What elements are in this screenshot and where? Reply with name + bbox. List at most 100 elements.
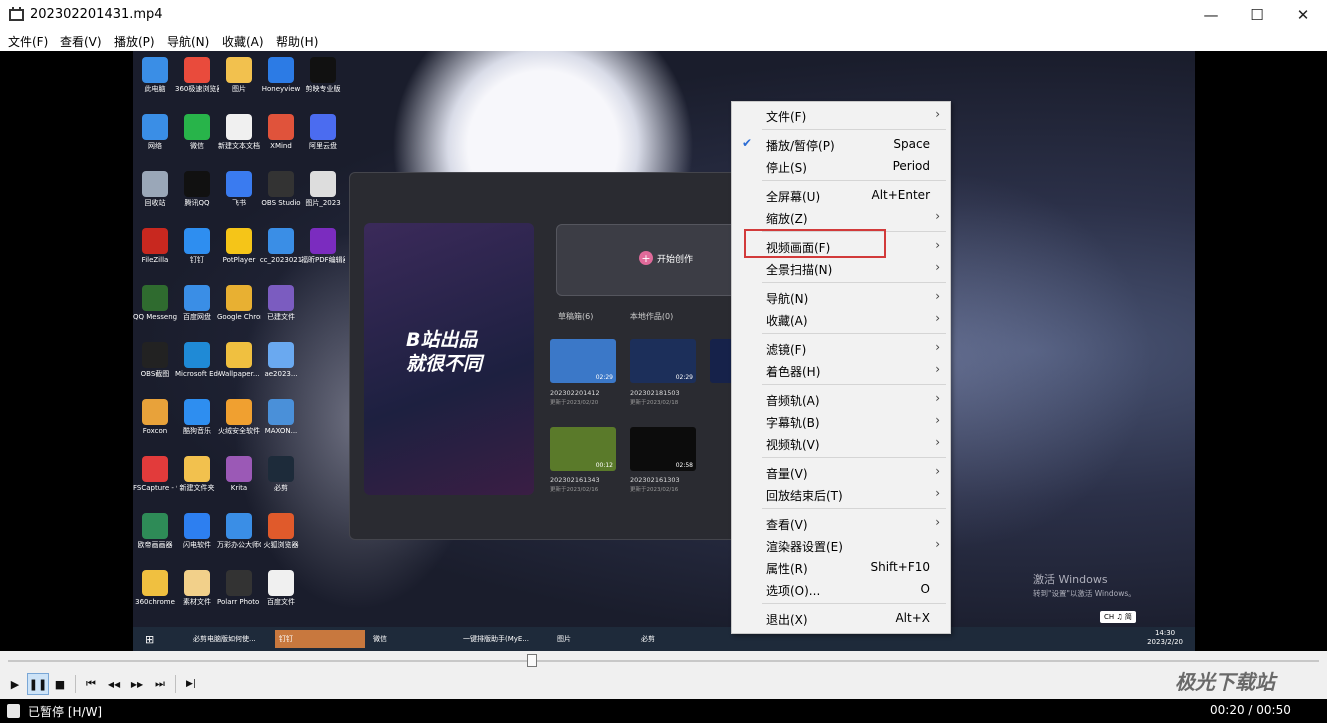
create-button[interactable]: + 开始创作 [556, 224, 742, 296]
desktop-icon[interactable] [301, 395, 345, 427]
context-menu-item[interactable]: 文件(F) › [732, 104, 950, 126]
menu-favorites[interactable]: 收藏(A) [222, 33, 264, 50]
desktop-icon[interactable] [301, 509, 345, 541]
context-menu-item[interactable]: 渲染器设置(E) › [732, 534, 950, 556]
draft-thumbnail[interactable]: 02:29 [630, 339, 696, 383]
desktop-icon[interactable]: 360chrome [133, 566, 177, 606]
close-button[interactable]: ✕ [1280, 0, 1326, 30]
desktop-icon[interactable]: 百度网盘 [175, 281, 219, 321]
desktop-icon[interactable]: Google Chrome [217, 281, 261, 321]
desktop-icon[interactable]: 欧帝画画器 [133, 509, 177, 549]
desktop-icon[interactable]: 新建文件夹 [175, 452, 219, 492]
desktop-icon[interactable]: 闪电软件 [175, 509, 219, 549]
context-menu-item[interactable]: 音量(V) › [732, 461, 950, 483]
pause-button[interactable]: ❚❚ [27, 673, 49, 695]
desktop-icon[interactable]: 必剪 [259, 452, 303, 492]
context-menu-item[interactable]: 视频轨(V) › [732, 432, 950, 454]
menu-view[interactable]: 查看(V) [60, 33, 102, 50]
desktop-icon[interactable]: 剪映专业版 [301, 53, 345, 93]
desktop-icon[interactable]: 钉钉 [175, 224, 219, 264]
desktop-icon-label: XMind [270, 142, 292, 150]
desktop-icon[interactable]: MAXON... [259, 395, 303, 435]
desktop-icon[interactable]: 网络 [133, 110, 177, 150]
desktop-icon[interactable]: 新建文本文档 [217, 110, 261, 150]
desktop-icon[interactable]: 飞书 [217, 167, 261, 207]
desktop-icon[interactable]: 腾讯QQ [175, 167, 219, 207]
seek-thumb[interactable] [527, 654, 538, 667]
context-menu-item[interactable]: 缩放(Z) › [732, 206, 950, 228]
context-menu-item[interactable]: ✔ 播放/暂停(P) Space [732, 133, 950, 155]
desktop-icon[interactable]: Foxcon [133, 395, 177, 435]
desktop-icon[interactable]: 图片 [217, 53, 261, 93]
desktop-icon[interactable]: 素材文件 [175, 566, 219, 606]
context-menu-item[interactable]: 停止(S) Period [732, 155, 950, 177]
context-menu-item[interactable]: 全景扫描(N) › [732, 257, 950, 279]
desktop-icon[interactable]: 微信 [175, 110, 219, 150]
context-menu-item[interactable]: 着色器(H) › [732, 359, 950, 381]
context-menu-item[interactable]: 全屏幕(U) Alt+Enter [732, 184, 950, 206]
desktop-icon[interactable]: 回收站 [133, 167, 177, 207]
desktop-icon[interactable]: 已建文件 [259, 281, 303, 321]
play-button[interactable]: ▶ [4, 673, 26, 695]
context-menu-item[interactable]: 选项(O)... O [732, 578, 950, 600]
desktop-icon[interactable]: QQ Messenger [133, 281, 177, 321]
context-menu-item[interactable]: 滤镜(F) › [732, 337, 950, 359]
menu-help[interactable]: 帮助(H) [276, 33, 318, 50]
menu-navigate[interactable]: 导航(N) [167, 33, 209, 50]
desktop-icon[interactable]: XMind [259, 110, 303, 150]
desktop-icon[interactable]: Wallpaper... [217, 338, 261, 378]
context-menu-item[interactable]: 音频轨(A) › [732, 388, 950, 410]
desktop-icon[interactable] [301, 281, 345, 313]
rewind-button[interactable]: ◀◀ [103, 673, 125, 695]
context-menu-item[interactable]: 查看(V) › [732, 512, 950, 534]
draft-thumbnail[interactable]: 02:29 [550, 339, 616, 383]
desktop-icon[interactable]: OBS截图 [133, 338, 177, 378]
previous-button[interactable]: ⏮ [80, 673, 102, 695]
context-menu-item[interactable]: 属性(R) Shift+F10 [732, 556, 950, 578]
desktop-icon[interactable]: Microsoft Edge [175, 338, 219, 378]
desktop-icon[interactable] [301, 452, 345, 484]
stop-button[interactable]: ■ [49, 673, 71, 695]
next-button[interactable]: ⏭ [149, 673, 171, 695]
desktop-icon[interactable]: Polarr Photo E... [217, 566, 261, 606]
tab-local-works[interactable]: 本地作品(0) [630, 312, 673, 321]
desktop-icon[interactable]: 360极速浏览器 [175, 53, 219, 93]
desktop-icon[interactable]: FileZilla [133, 224, 177, 264]
menu-play[interactable]: 播放(P) [114, 33, 155, 50]
video-area[interactable]: 此电脑 360极速浏览器 图片 Honeyview 剪映专业版网络 微信 新建文本文档 XMi… [0, 51, 1327, 651]
context-menu-item[interactable]: 导航(N) › [732, 286, 950, 308]
desktop-icon[interactable]: 福昕PDF编辑器 [301, 224, 345, 264]
desktop-icon[interactable]: OBS Studio [259, 167, 303, 207]
desktop-icon[interactable]: 阿里云盘 [301, 110, 345, 150]
seek-bar[interactable] [0, 651, 1327, 671]
menu-file[interactable]: 文件(F) [8, 33, 48, 50]
desktop-icon[interactable]: 万彩办公大师OfficeBox [217, 509, 261, 549]
desktop-icon[interactable]: 百度文件 [259, 566, 303, 606]
desktop-icon[interactable]: cc_2023021 [259, 224, 303, 264]
desktop-icon[interactable]: 酷狗音乐 [175, 395, 219, 435]
context-menu-item[interactable]: 回放结束后(T) › [732, 483, 950, 505]
desktop-icon[interactable]: ae2023... [259, 338, 303, 378]
tab-drafts[interactable]: 草稿箱(6) [558, 312, 593, 321]
desktop-icon[interactable]: 火绒安全软件 [217, 395, 261, 435]
context-menu-item[interactable]: 收藏(A) › [732, 308, 950, 330]
context-menu-item[interactable]: 字幕轨(B) › [732, 410, 950, 432]
draft-thumbnail[interactable]: 02:58 [630, 427, 696, 471]
seek-track[interactable] [8, 660, 1319, 662]
desktop-icon[interactable] [301, 566, 345, 598]
desktop-icon[interactable]: 此电脑 [133, 53, 177, 93]
forward-button[interactable]: ▶▶ [126, 673, 148, 695]
desktop-icon[interactable]: PotPlayer [217, 224, 261, 264]
desktop-icon[interactable]: 图片_2023 [301, 167, 345, 207]
desktop-icon[interactable] [301, 338, 345, 370]
desktop-icon[interactable]: Honeyview [259, 53, 303, 93]
desktop-icon[interactable]: FSCapture - 快捷方式 [133, 452, 177, 492]
thumbnail-duration: 02:58 [675, 462, 693, 469]
draft-thumbnail[interactable]: 00:12 [550, 427, 616, 471]
context-menu-item[interactable]: 退出(X) Alt+X [732, 607, 950, 629]
desktop-icon[interactable]: 火狐浏览器 [259, 509, 303, 549]
desktop-icon[interactable]: Krita [217, 452, 261, 492]
maximize-button[interactable]: ☐ [1234, 0, 1280, 30]
frame-step-button[interactable]: ▶| [180, 673, 202, 695]
minimize-button[interactable]: — [1188, 0, 1234, 30]
